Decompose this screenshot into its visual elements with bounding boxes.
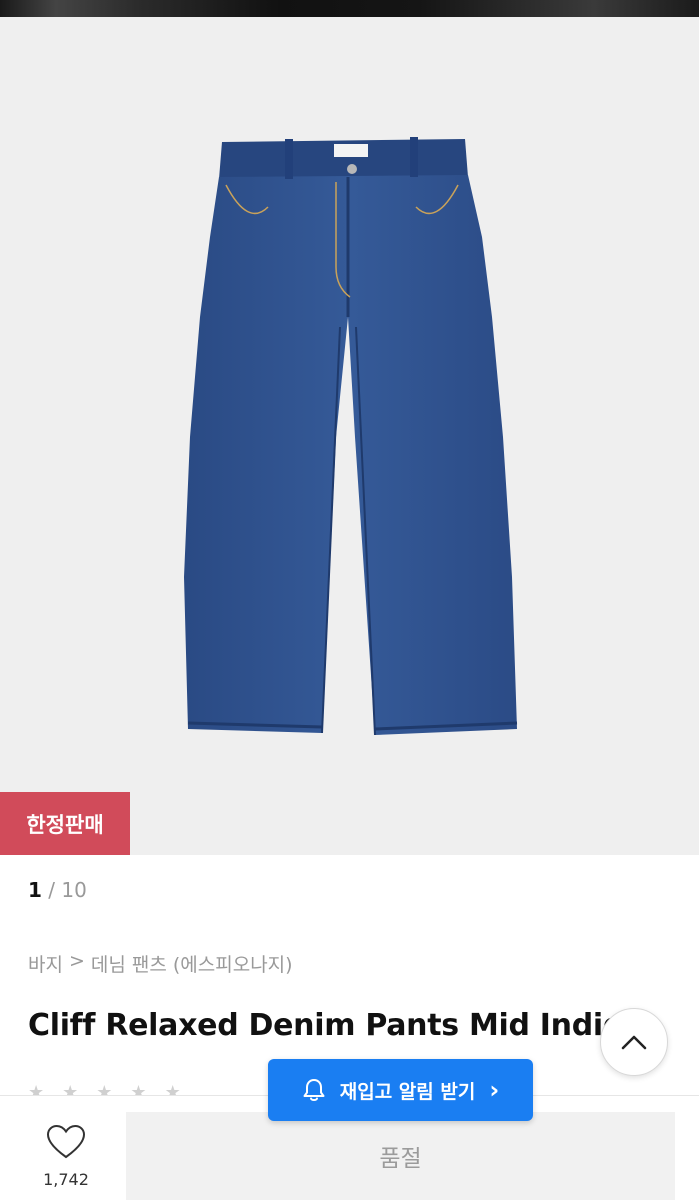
image-pager: 1 / 10: [28, 878, 87, 902]
denim-pants-image: [184, 137, 518, 736]
like-count: 1,742: [43, 1170, 89, 1189]
breadcrumb-subcategory[interactable]: 데님 팬츠: [91, 950, 167, 977]
heart-icon: [46, 1124, 86, 1159]
bell-icon: [303, 1079, 325, 1101]
product-title: Cliff Relaxed Denim Pants Mid Indigo: [28, 1008, 618, 1043]
pager-current: 1: [28, 878, 42, 902]
limited-sale-badge: 한정판매: [0, 792, 130, 855]
breadcrumb-brand[interactable]: (에스피오나지): [173, 950, 293, 977]
breadcrumb-category[interactable]: 바지: [28, 950, 63, 977]
pager-total: 10: [61, 878, 87, 902]
product-image[interactable]: [0, 17, 699, 855]
breadcrumb: 바지 > 데님 팬츠 (에스피오나지): [28, 950, 293, 977]
restock-alert-button[interactable]: 재입고 알림 받기 ›: [268, 1059, 533, 1121]
pager-separator: /: [48, 878, 56, 902]
top-image-strip: [0, 0, 699, 17]
chevron-right-icon: ›: [489, 1076, 500, 1104]
restock-label: 재입고 알림 받기: [339, 1080, 476, 1103]
scroll-top-button[interactable]: [600, 1008, 668, 1076]
breadcrumb-separator: >: [68, 950, 85, 972]
like-button[interactable]: 1,742: [28, 1124, 104, 1189]
chevron-up-icon: [621, 1035, 647, 1050]
soldout-button[interactable]: 품절: [126, 1112, 675, 1200]
